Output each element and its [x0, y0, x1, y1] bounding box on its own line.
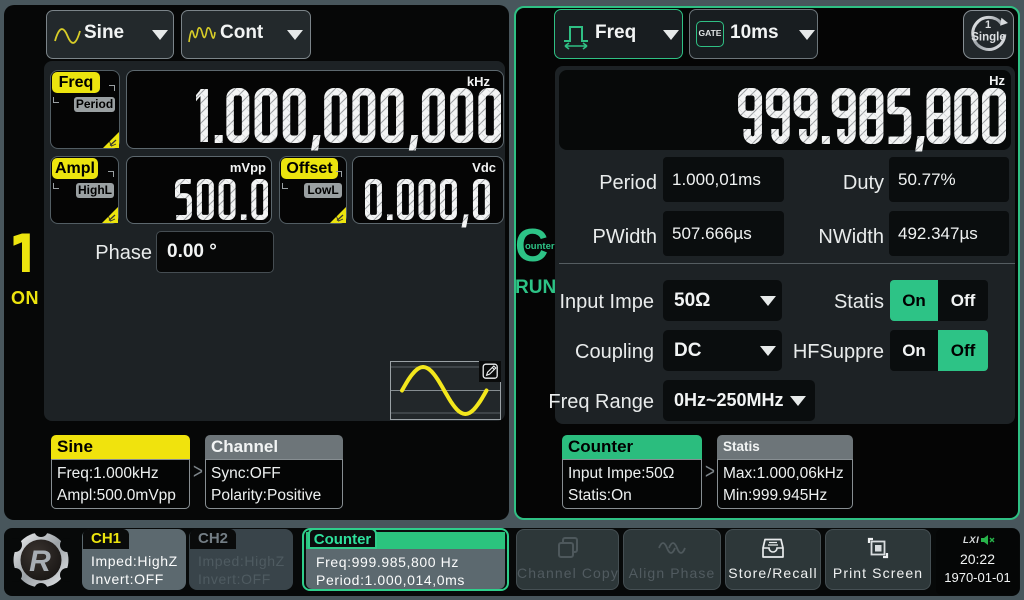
svg-text:R: R [29, 545, 51, 578]
svg-text:1: 1 [985, 19, 991, 31]
svg-text:Single: Single [971, 32, 1006, 44]
